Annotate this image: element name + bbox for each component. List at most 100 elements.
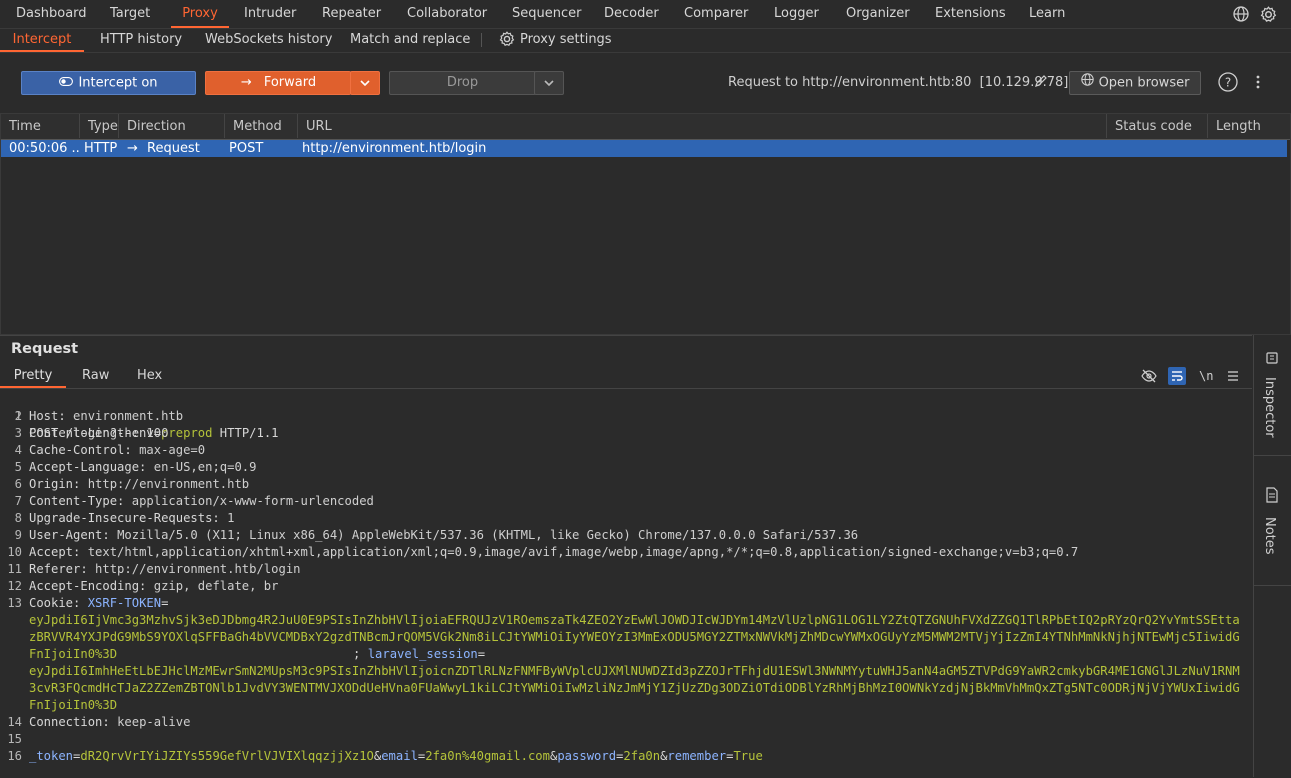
line-number: 7	[14, 494, 22, 508]
notes-icon	[1265, 487, 1279, 503]
gear-icon[interactable]	[1260, 6, 1277, 23]
help-icon[interactable]: ?	[1218, 72, 1238, 92]
open-browser-button[interactable]: Open browser	[1069, 71, 1201, 95]
eye-slash-icon[interactable]	[1141, 368, 1157, 384]
forward-dropdown-button[interactable]	[350, 71, 380, 95]
column-header-time[interactable]: Time	[1, 114, 80, 138]
header-value: http://environment.htb/login	[95, 562, 301, 576]
column-header-length[interactable]: Length	[1208, 114, 1288, 138]
tab-intruder[interactable]: Intruder	[244, 0, 296, 26]
cell-length	[1208, 140, 1286, 157]
globe-icon	[1080, 72, 1094, 94]
gear-icon[interactable]	[499, 31, 515, 47]
request-code-editor[interactable]: 1 POST /login?--env=preprod HTTP/1.1 2 Ho…	[0, 391, 1252, 778]
tab-intercept[interactable]: Intercept	[0, 29, 84, 52]
tab-collaborator[interactable]: Collaborator	[407, 0, 487, 26]
notes-label: Notes	[1262, 517, 1277, 555]
cookie-equals: =	[161, 596, 169, 610]
query-param-value: preprod	[161, 426, 213, 440]
header-name: Accept-Language:	[29, 460, 154, 474]
tab-hex[interactable]: Hex	[137, 366, 162, 386]
header-name: Upgrade-Insecure-Requests:	[29, 511, 228, 525]
cell-time: 00:50:06 ...	[9, 141, 79, 156]
more-options-icon[interactable]	[1254, 74, 1262, 90]
line-number: 15	[7, 732, 22, 746]
table-row[interactable]: 00:50:06 ... HTTP → Request POST http://…	[1, 140, 1287, 157]
column-header-method[interactable]: Method	[225, 114, 298, 138]
header-name: Accept-Encoding:	[29, 579, 154, 593]
line-number: 13	[7, 596, 22, 610]
line-number: 5	[14, 460, 22, 474]
header-name: Referer:	[29, 562, 96, 576]
line-number: 11	[7, 562, 22, 576]
edit-pencil-icon[interactable]	[1034, 74, 1048, 88]
header-name: Content-Type:	[29, 494, 132, 508]
header-name: Connection:	[29, 715, 118, 729]
drop-button[interactable]: Drop	[389, 71, 536, 95]
header-name: User-Agent:	[29, 528, 118, 542]
tab-match-and-replace[interactable]: Match and replace	[350, 29, 470, 50]
header-value: max-age=0	[139, 443, 206, 457]
notes-tab[interactable]: Notes	[1254, 475, 1291, 586]
tab-logger[interactable]: Logger	[774, 0, 819, 26]
line-number: 8	[14, 511, 22, 525]
cell-type: HTTP	[84, 141, 118, 156]
tab-repeater[interactable]: Repeater	[322, 0, 381, 26]
intercept-toggle-button[interactable]: Intercept on	[21, 71, 196, 95]
tab-http-history[interactable]: HTTP history	[100, 29, 182, 50]
intercept-label: Intercept on	[78, 75, 158, 91]
newline-toggle[interactable]: \n	[1199, 366, 1213, 386]
menu-icon[interactable]	[1226, 369, 1240, 383]
body-param-value: 2fa0n	[623, 749, 661, 763]
body-param-name: password	[557, 749, 617, 763]
tab-pretty[interactable]: Pretty	[0, 366, 66, 388]
header-name: Content-Length:	[29, 426, 147, 440]
header-name: Host:	[29, 409, 74, 423]
header-value: Mozilla/5.0 (X11; Linux x86_64) AppleWeb…	[117, 528, 859, 542]
inspector-tab[interactable]: Inspector	[1254, 335, 1291, 456]
line-number: 4	[14, 443, 22, 457]
open-browser-label: Open browser	[1098, 75, 1190, 91]
line-number: 12	[7, 579, 22, 593]
body-param-value: 2fa0n%40gmail.com	[425, 749, 550, 763]
tab-comparer[interactable]: Comparer	[684, 0, 748, 26]
tab-learn[interactable]: Learn	[1029, 0, 1065, 26]
chevron-down-icon	[359, 80, 371, 98]
laravel-session-value: eyJpdiI6ImhHeEtLbEJHclMzMEwrSmN2MUpsM3c9…	[29, 664, 1240, 712]
forward-label: Forward	[263, 75, 317, 90]
column-header-url[interactable]: URL	[298, 114, 1107, 138]
cookie-separator-group: ; laravel_session=	[353, 646, 485, 663]
tab-dashboard[interactable]: Dashboard	[16, 0, 87, 26]
drop-dropdown-button[interactable]	[534, 71, 564, 95]
cookie-name: XSRF-TOKEN	[87, 596, 162, 610]
tab-raw[interactable]: Raw	[82, 366, 109, 386]
word-wrap-icon[interactable]	[1168, 367, 1186, 385]
panel-title: Request	[11, 341, 79, 357]
header-value: gzip, deflate, br	[153, 579, 279, 593]
tab-proxy[interactable]: Proxy	[171, 0, 229, 28]
tab-decoder[interactable]: Decoder	[604, 0, 659, 26]
column-header-type[interactable]: Type	[80, 114, 119, 138]
chevron-down-icon	[543, 80, 555, 98]
header-value: environment.htb	[73, 409, 184, 423]
globe-icon[interactable]	[1233, 6, 1249, 22]
tab-organizer[interactable]: Organizer	[846, 0, 910, 26]
line-number: 6	[14, 477, 22, 491]
line-number: 9	[14, 528, 22, 542]
table-header: Time Type Direction Method URL Status co…	[1, 114, 1290, 140]
header-value: 100	[146, 426, 169, 440]
xsrf-token-value: eyJpdiI6IjVmc3g3MzhvSjk3eDJDbmg4R2JuU0E9…	[29, 613, 1240, 661]
tab-target[interactable]: Target	[110, 0, 150, 26]
forward-button[interactable]: → Forward	[205, 71, 351, 95]
column-header-status-code[interactable]: Status code	[1107, 114, 1208, 138]
tab-extensions[interactable]: Extensions	[935, 0, 1006, 26]
column-header-direction[interactable]: Direction	[119, 114, 225, 138]
divider	[481, 33, 482, 47]
http-version: HTTP/1.1	[212, 426, 279, 440]
tab-proxy-settings[interactable]: Proxy settings	[520, 29, 612, 50]
header-value: http://environment.htb	[87, 477, 250, 491]
tab-websockets-history[interactable]: WebSockets history	[205, 29, 332, 50]
cookie-equals: =	[477, 647, 486, 661]
tab-sequencer[interactable]: Sequencer	[512, 0, 581, 26]
body-param-name: remember	[667, 749, 727, 763]
